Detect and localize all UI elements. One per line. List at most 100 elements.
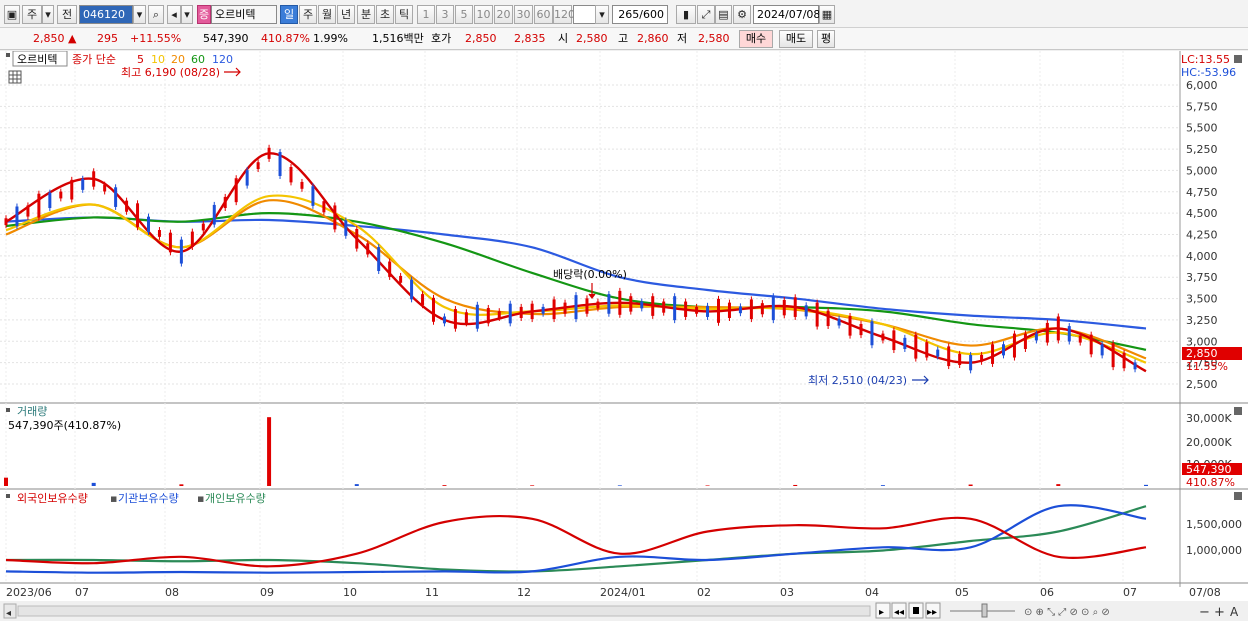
sell-button[interactable]: 매도	[779, 30, 813, 48]
holdings-sep-1-icon: ▪	[110, 492, 117, 505]
panel-handle-icon[interactable]	[6, 53, 10, 57]
stock-code-input[interactable]: 046120	[79, 5, 133, 24]
grid-toggle-icon[interactable]	[8, 70, 22, 84]
period-minute-button[interactable]: 분	[357, 5, 375, 24]
interval-60-button[interactable]: 60	[534, 5, 553, 24]
window-menu-icon[interactable]: ▣	[4, 5, 20, 24]
hc-label: HC:-53.96	[1181, 66, 1236, 79]
speaker-dropdown-icon[interactable]: ▾	[181, 5, 193, 24]
save-icon[interactable]: ▤	[715, 5, 732, 24]
market-dropdown-icon[interactable]: ▾	[42, 5, 54, 24]
period-second-label: 초	[379, 8, 391, 21]
interval-3-button[interactable]: 3	[436, 5, 454, 24]
candle-body	[157, 230, 161, 237]
market-select[interactable]: 주	[22, 5, 42, 24]
period-month-button[interactable]: 월	[318, 5, 336, 24]
price-y-tick: 4,500	[1186, 207, 1218, 220]
volume-panel-handle-icon[interactable]	[6, 408, 10, 412]
legend-ma-120: 120	[212, 53, 233, 66]
count-total: /600	[639, 8, 664, 21]
bid-value: 2,850	[465, 32, 497, 45]
period-day-button[interactable]: 일	[280, 5, 298, 24]
interval-10-button[interactable]: 10	[474, 5, 493, 24]
candle-type-icon[interactable]: ▮	[676, 5, 696, 24]
candle-body	[695, 306, 699, 314]
speaker-icon[interactable]: ◂	[167, 5, 181, 24]
candle-body	[1023, 333, 1027, 349]
price-y-tick: 5,250	[1186, 143, 1218, 156]
zoom-slider-handle[interactable]	[981, 603, 988, 618]
market-label: 주	[26, 8, 38, 21]
interval-120-button[interactable]: 120	[553, 5, 575, 24]
period-year-button[interactable]: 년	[337, 5, 355, 24]
code-dropdown-icon[interactable]: ▾	[133, 5, 146, 24]
candle-body	[366, 243, 370, 255]
lc-label: LC:13.55	[1181, 53, 1230, 66]
interval-1-button[interactable]: 1	[417, 5, 435, 24]
buy-button[interactable]: 매수	[739, 30, 773, 48]
candle-body	[125, 200, 129, 212]
candle-body	[870, 321, 874, 346]
evaluate-button[interactable]: 평	[817, 30, 835, 48]
price-y-tick: 3,250	[1186, 314, 1218, 327]
low-label: 저	[677, 32, 688, 45]
calendar-icon[interactable]: ▦	[819, 5, 835, 24]
quote-bar: 2,850 ▲ 295 +11.55% 547,390 410.87% 1.99…	[0, 28, 1248, 50]
stock-name: 오르비텍	[215, 8, 256, 21]
interval-20-button[interactable]: 20	[494, 5, 513, 24]
period-week-button[interactable]: 주	[299, 5, 317, 24]
top-toolbar: ▣ 주 ▾ 전 046120 ▾ ⌕ ◂ ▾ 증 오르비텍 일 주 월 년 분 …	[0, 0, 1248, 28]
candle-body	[760, 303, 764, 315]
holdings-panel-close-icon[interactable]	[1234, 492, 1242, 500]
interval-5-button[interactable]: 5	[455, 5, 473, 24]
chart-tools-icons[interactable]: ⊙ ⊕ ⤡ ⤢ ⊘ ⊙ ⌕ ⊘	[1024, 607, 1110, 618]
volume-bar	[617, 485, 622, 486]
rewind-icon: ◂◂	[894, 607, 904, 618]
candle-body	[826, 310, 830, 327]
scroll-right-icon: ▸	[879, 607, 884, 618]
candle-body	[59, 191, 63, 199]
date-input[interactable]: 2024/07/08	[753, 5, 821, 24]
candle-body	[278, 152, 282, 176]
chart-area: 6,000 5,750 5,500 5,250 5,000 4,750 4,500 4,250…	[0, 50, 1248, 621]
stock-name-field[interactable]: 오르비텍	[211, 5, 277, 24]
holdings-panel-handle-icon[interactable]	[6, 494, 10, 498]
date-value: 2024/07/08	[757, 8, 821, 21]
forward-icon: ▸▸	[927, 607, 937, 618]
candle-body	[662, 301, 666, 313]
zoom-out-icon[interactable]: −	[1199, 605, 1210, 620]
candle-body	[190, 231, 194, 247]
last-pct-tag-text: 11.55%	[1186, 360, 1228, 373]
candle-body	[1056, 316, 1060, 341]
interval-dropdown-icon[interactable]: ▾	[595, 5, 609, 24]
search-icon[interactable]: ⌕	[148, 5, 164, 24]
x-tick-label: 12	[517, 586, 531, 599]
candle-body	[991, 344, 995, 364]
hold-tick-1000000: 1,000,000	[1186, 544, 1242, 557]
volume-ratio: 410.87%	[261, 32, 310, 45]
font-size-icon[interactable]: A	[1230, 605, 1239, 619]
volume-last-tag-text: 547,390	[1186, 463, 1232, 476]
interval-30-label: 30	[516, 8, 531, 21]
count-input[interactable]: 265/600	[612, 5, 668, 24]
scroll-track[interactable]	[17, 605, 871, 617]
price-change-pct: +11.55%	[130, 32, 182, 45]
panel-close-icon[interactable]	[1234, 55, 1242, 63]
candle-body	[892, 330, 896, 351]
trendline-icon[interactable]: ⤢	[697, 5, 715, 24]
period-second-button[interactable]: 초	[376, 5, 394, 24]
settings-gear-icon[interactable]: ⚙	[733, 5, 751, 24]
last-price-tag-text: 2,850	[1186, 347, 1218, 360]
zoom-in-icon[interactable]: +	[1214, 605, 1225, 620]
candle-body	[980, 354, 984, 362]
volume-bar	[267, 417, 272, 486]
period-tick-button[interactable]: 틱	[395, 5, 413, 24]
volume-panel-close-icon[interactable]	[1234, 407, 1242, 415]
candle-body	[629, 296, 633, 312]
candle-body	[377, 247, 381, 272]
candle-body	[903, 337, 907, 349]
prev-button[interactable]: 전	[57, 5, 77, 24]
candle-body	[179, 239, 183, 264]
interval-30-button[interactable]: 30	[514, 5, 533, 24]
stock-chart[interactable]: 6,000 5,750 5,500 5,250 5,000 4,750 4,500 4,250…	[0, 50, 1248, 621]
